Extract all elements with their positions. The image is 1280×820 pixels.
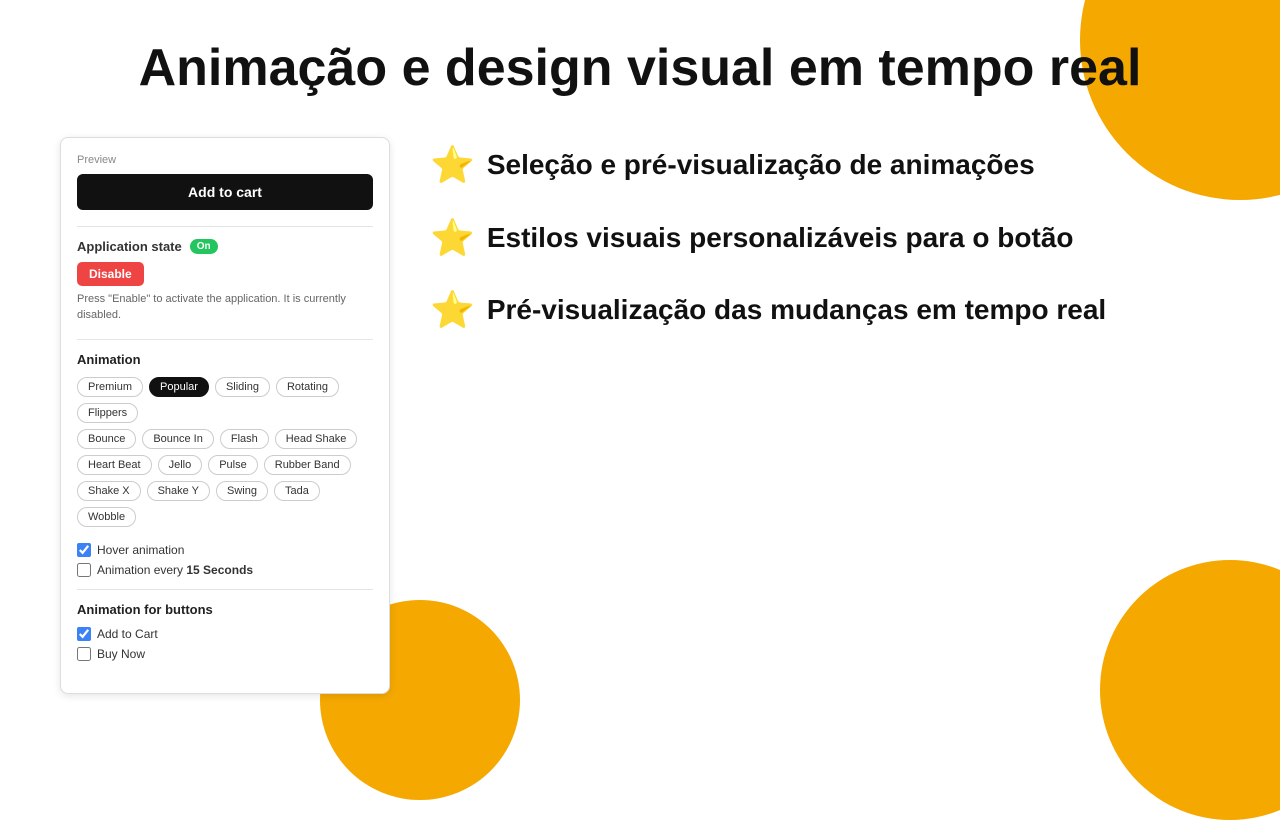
preview-label: Preview <box>77 154 373 166</box>
hover-animation-label: Hover animation <box>97 543 184 557</box>
feature-item-1: ⭐ Seleção e pré-visualização de animaçõe… <box>430 147 1220 183</box>
features-list: ⭐ Seleção e pré-visualização de animaçõe… <box>430 137 1220 364</box>
disable-button[interactable]: Disable <box>77 262 144 286</box>
tag-shake-y[interactable]: Shake Y <box>147 481 210 501</box>
settings-panel: Preview Add to cart Application state On… <box>60 137 390 694</box>
tag-bounce-in[interactable]: Bounce In <box>142 429 214 449</box>
star-icon-1: ⭐ <box>430 147 475 183</box>
animation-for-buttons-title: Animation for buttons <box>77 602 373 617</box>
animation-tabs: Premium Popular Sliding Rotating Flipper… <box>77 377 373 423</box>
buy-now-check[interactable] <box>77 647 91 661</box>
app-state-badge: On <box>190 239 218 254</box>
hover-animation-checkbox[interactable] <box>77 543 91 557</box>
tab-premium[interactable]: Premium <box>77 377 143 397</box>
tag-rubber-band[interactable]: Rubber Band <box>264 455 351 475</box>
tag-tada[interactable]: Tada <box>274 481 320 501</box>
animation-section-title: Animation <box>77 352 373 367</box>
main-title: Animação e design visual em tempo real <box>60 40 1220 97</box>
tag-shake-x[interactable]: Shake X <box>77 481 141 501</box>
tab-flippers[interactable]: Flippers <box>77 403 138 423</box>
divider-1 <box>77 226 373 227</box>
tag-pulse[interactable]: Pulse <box>208 455 258 475</box>
feature-text-3: Pré-visualização das mudanças em tempo r… <box>487 292 1106 328</box>
star-icon-2: ⭐ <box>430 220 475 256</box>
animation-every-value: 15 Seconds <box>186 563 253 577</box>
animation-buttons-section: Animation for buttons Add to Cart Buy No… <box>77 602 373 661</box>
hover-animation-row: Hover animation <box>77 543 373 557</box>
animation-every-row: Animation every 15 Seconds <box>77 563 373 577</box>
animation-tags-row1: Bounce Bounce In Flash Head Shake <box>77 429 373 449</box>
add-to-cart-check-row: Add to Cart <box>77 627 373 641</box>
tag-jello[interactable]: Jello <box>158 455 203 475</box>
tag-heart-beat[interactable]: Heart Beat <box>77 455 152 475</box>
star-icon-3: ⭐ <box>430 292 475 328</box>
tab-popular[interactable]: Popular <box>149 377 209 397</box>
tag-wobble[interactable]: Wobble <box>77 507 136 527</box>
app-state-label: Application state <box>77 239 182 254</box>
tag-bounce[interactable]: Bounce <box>77 429 136 449</box>
feature-item-2: ⭐ Estilos visuais personalizáveis para o… <box>430 220 1220 256</box>
feature-text-2: Estilos visuais personalizáveis para o b… <box>487 220 1074 256</box>
application-state-section: Application state On Disable Press "Enab… <box>77 239 373 323</box>
animation-every-label: Animation every 15 Seconds <box>97 563 253 577</box>
feature-text-1: Seleção e pré-visualização de animações <box>487 147 1035 183</box>
tag-flash[interactable]: Flash <box>220 429 269 449</box>
app-state-row: Application state On <box>77 239 373 254</box>
animation-section: Animation Premium Popular Sliding Rotati… <box>77 352 373 527</box>
tab-rotating[interactable]: Rotating <box>276 377 339 397</box>
tab-sliding[interactable]: Sliding <box>215 377 270 397</box>
tag-head-shake[interactable]: Head Shake <box>275 429 358 449</box>
tag-swing[interactable]: Swing <box>216 481 268 501</box>
add-to-cart-button[interactable]: Add to cart <box>77 174 373 210</box>
add-to-cart-check[interactable] <box>77 627 91 641</box>
hint-text: Press "Enable" to activate the applicati… <box>77 292 373 323</box>
divider-2 <box>77 339 373 340</box>
preview-section: Preview Add to cart <box>77 154 373 210</box>
add-to-cart-check-label: Add to Cart <box>97 627 158 641</box>
divider-3 <box>77 589 373 590</box>
animation-tags-row2: Heart Beat Jello Pulse Rubber Band <box>77 455 373 475</box>
feature-item-3: ⭐ Pré-visualização das mudanças em tempo… <box>430 292 1220 328</box>
animation-every-checkbox[interactable] <box>77 563 91 577</box>
buy-now-check-row: Buy Now <box>77 647 373 661</box>
buy-now-check-label: Buy Now <box>97 647 145 661</box>
animation-tags-row3: Shake X Shake Y Swing Tada Wobble <box>77 481 373 527</box>
